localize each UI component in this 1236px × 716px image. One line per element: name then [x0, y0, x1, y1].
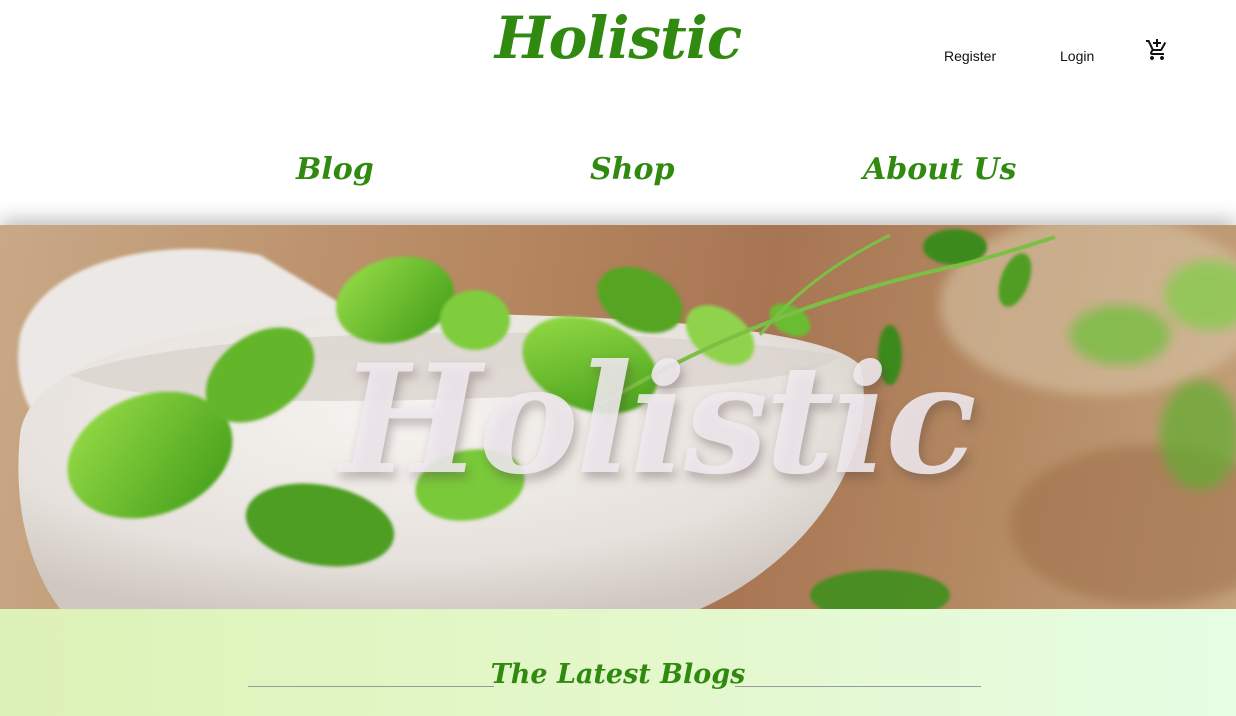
page: Holistic Register Login Blog Shop About … [0, 0, 1236, 716]
latest-blogs-section: The Latest Blogs [0, 609, 1236, 716]
login-link[interactable]: Login [1060, 48, 1094, 64]
nav-item-about-us[interactable]: About Us [863, 152, 1016, 187]
site-header: Holistic Register Login [0, 0, 1236, 110]
main-nav: Blog Shop About Us [0, 110, 1236, 225]
add-shopping-cart-icon[interactable] [1145, 38, 1169, 62]
nav-item-blog[interactable]: Blog [296, 152, 374, 187]
site-logo[interactable]: Holistic [0, 4, 1236, 72]
register-link[interactable]: Register [944, 48, 996, 64]
hero-banner: Holistic [0, 225, 1236, 609]
latest-blogs-title: The Latest Blogs [490, 659, 746, 690]
divider-right [735, 686, 981, 687]
hero-title: Holistic [340, 332, 977, 508]
nav-item-shop[interactable]: Shop [590, 152, 674, 187]
